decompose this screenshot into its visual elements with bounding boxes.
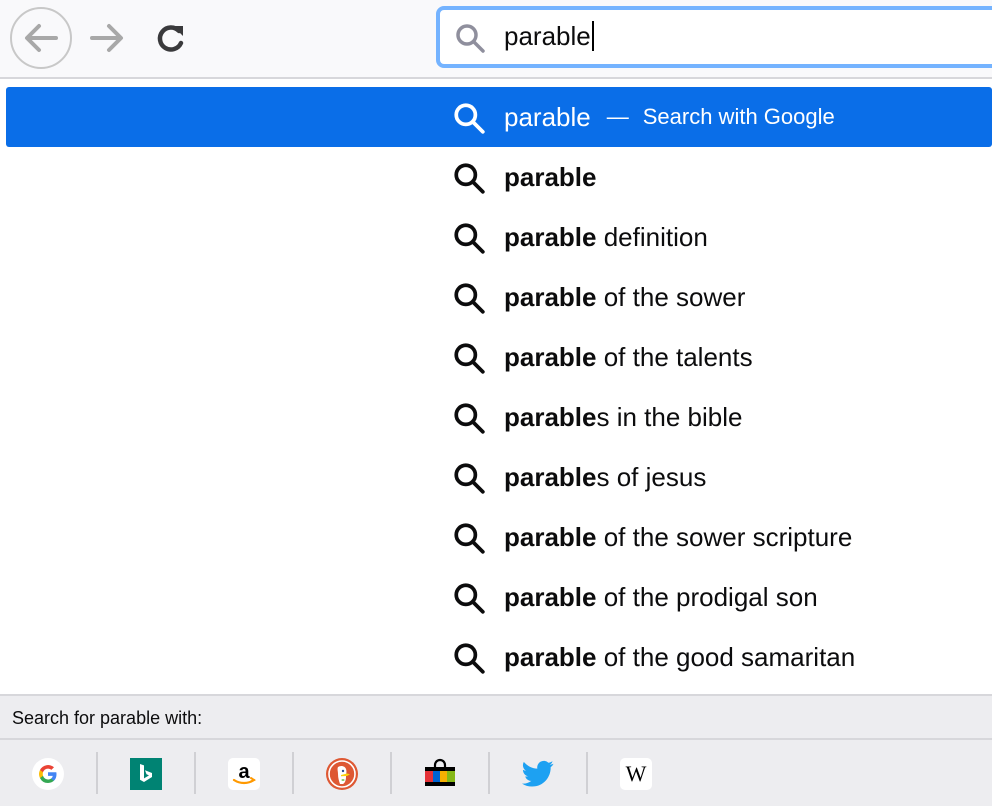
search-icon	[454, 163, 485, 194]
url-bar[interactable]: parable	[436, 6, 992, 68]
engine-wikipedia-button[interactable]: W	[618, 756, 654, 792]
suggestion-match: parable	[504, 581, 597, 612]
suggestion-rest: of the sower	[596, 281, 746, 312]
wikipedia-icon: W	[620, 758, 652, 790]
suggestion-match: parable	[504, 641, 597, 672]
search-icon	[454, 283, 485, 314]
search-icon	[454, 523, 485, 554]
suggestion-item[interactable]: parable of the sower	[6, 267, 992, 327]
url-input[interactable]: parable	[504, 21, 594, 51]
suggestion-text: parable s of jesus	[504, 447, 706, 507]
suggestion-text: parable definition	[504, 207, 708, 267]
text-caret	[591, 21, 594, 51]
suggestion-match: parable	[504, 521, 597, 552]
search-with-label: Search for parable with:	[12, 708, 203, 728]
twitter-icon	[522, 760, 554, 787]
suggestion-item[interactable]: parable	[6, 147, 992, 207]
back-button[interactable]	[10, 7, 72, 69]
suggestion-rest: s in the bible	[596, 401, 743, 432]
suggestion-match: parable	[504, 401, 597, 432]
engine-duckduckgo-button[interactable]	[324, 756, 360, 792]
search-icon	[454, 643, 485, 674]
divider	[586, 752, 588, 794]
suggestion-search-with-google[interactable]: parable — Search with Google	[6, 87, 992, 147]
search-icon	[454, 463, 485, 494]
suggestion-item[interactable]: parable of the good samaritan	[6, 627, 992, 687]
suggestion-match: parable	[504, 221, 597, 252]
url-input-value: parable	[504, 21, 591, 51]
suggestion-text: parable — Search with Google	[504, 87, 835, 147]
suggestion-text: parable of the sower scripture	[504, 507, 852, 567]
engine-bing-button[interactable]	[128, 756, 164, 792]
reload-icon	[157, 25, 184, 52]
suggestion-item[interactable]: parable of the talents	[6, 327, 992, 387]
bing-icon	[130, 758, 162, 790]
amazon-icon: a	[228, 758, 260, 790]
engine-ebay-button[interactable]	[422, 756, 458, 792]
suggestion-text: parable of the prodigal son	[504, 567, 818, 627]
forward-button[interactable]	[84, 14, 130, 62]
search-icon	[454, 343, 485, 374]
suggestion-item[interactable]: parable of the sower scripture	[6, 507, 992, 567]
reload-button[interactable]	[148, 14, 194, 62]
engine-twitter-button[interactable]	[520, 756, 556, 792]
suggestion-text: parable of the good samaritan	[504, 627, 855, 687]
shopping-bag-icon	[425, 758, 455, 786]
suggestion-rest: of the good samaritan	[596, 641, 856, 672]
one-off-search-engines: a W	[0, 740, 992, 806]
divider	[488, 752, 490, 794]
suggestion-rest: definition	[596, 221, 708, 252]
search-icon	[454, 223, 485, 254]
svg-text:a: a	[238, 761, 250, 783]
google-icon	[32, 758, 64, 790]
divider	[292, 752, 294, 794]
wikipedia-glyph: W	[626, 761, 647, 786]
suggestion-rest: s of jesus	[596, 461, 707, 492]
suggestion-text: parable of the sower	[504, 267, 745, 327]
suggestion-item[interactable]: parable s of jesus	[6, 447, 992, 507]
one-off-search-header: Search for parable with:	[0, 694, 992, 740]
navigation-toolbar: parable	[0, 0, 992, 79]
suggestion-rest: of the sower scripture	[596, 521, 853, 552]
search-icon	[454, 583, 485, 614]
engine-amazon-button[interactable]: a	[226, 756, 262, 792]
divider	[96, 752, 98, 794]
suggestion-item[interactable]: parable definition	[6, 207, 992, 267]
suggestion-text: parable s in the bible	[504, 387, 742, 447]
suggestion-text: parable of the talents	[504, 327, 753, 387]
search-icon	[454, 403, 485, 434]
separator: —	[606, 104, 629, 129]
search-action-label: Search with Google	[642, 104, 835, 129]
suggestion-rest: of the prodigal son	[596, 581, 818, 612]
search-icon	[454, 103, 485, 134]
suggestion-match: parable	[504, 281, 597, 312]
suggestion-query: parable	[504, 101, 591, 132]
engine-google-button[interactable]	[30, 756, 66, 792]
suggestion-match: parable	[504, 341, 597, 372]
duckduckgo-icon	[326, 758, 358, 790]
back-arrow-icon	[25, 24, 58, 52]
suggestion-item[interactable]: parable of the prodigal son	[6, 567, 992, 627]
divider	[390, 752, 392, 794]
forward-arrow-icon	[90, 24, 123, 52]
suggestion-match: parable	[504, 161, 597, 192]
suggestion-rest: of the talents	[596, 341, 753, 372]
divider	[194, 752, 196, 794]
suggestion-item[interactable]: parable s in the bible	[6, 387, 992, 447]
suggestion-text: parable	[504, 147, 597, 207]
search-icon	[456, 24, 485, 53]
suggestion-match: parable	[504, 461, 597, 492]
